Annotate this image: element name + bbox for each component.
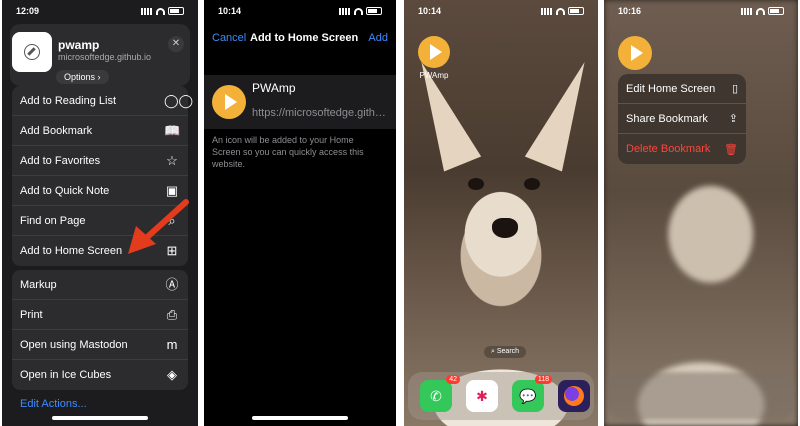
add-home-screen-panel: 10:14 Cancel Add to Home Screen Add PWAm…	[202, 0, 398, 426]
actions-group-2: Markup Ⓐ Print ⎙ Open using Mastodon m Open…	[12, 270, 188, 390]
battery-icon	[366, 7, 382, 15]
cellular-icon	[141, 7, 153, 15]
dock: ✆ 42 ✱ 💬 118	[408, 372, 594, 420]
pwamp-app-label: PWAmp	[419, 71, 449, 80]
action-add-to-favorites[interactable]: Add to Favorites ☆	[12, 146, 188, 176]
printer-icon: ⎙	[166, 306, 178, 322]
messages-badge: 118	[534, 375, 552, 384]
compass-icon	[12, 32, 52, 72]
slack-app-icon[interactable]: ✱	[466, 380, 498, 412]
status-bar: 10:14	[204, 0, 396, 22]
share-icon: ⇪	[728, 113, 738, 125]
action-markup[interactable]: Markup Ⓐ	[12, 270, 188, 300]
wifi-icon	[354, 7, 363, 15]
status-bar: 10:14	[404, 0, 598, 22]
dog-eye-left	[468, 178, 484, 190]
add-button[interactable]: Add	[368, 32, 388, 44]
wifi-icon	[156, 7, 165, 15]
status-time: 10:14	[218, 6, 242, 16]
star-icon: ☆	[166, 152, 178, 168]
firefox-app-icon[interactable]	[558, 380, 590, 412]
menu-delete-bookmark[interactable]: Delete Bookmark 🗑	[618, 134, 746, 164]
wifi-icon	[756, 7, 765, 15]
app-url: https://microsoftedge.github.io	[252, 107, 392, 119]
book-icon: 📖	[164, 122, 181, 138]
close-button[interactable]: ✕	[168, 36, 184, 52]
home-indicator	[52, 416, 148, 420]
pwamp-app-icon[interactable]	[618, 36, 652, 70]
app-name-field[interactable]: PWAmp	[252, 81, 296, 95]
nav-bar: Cancel Add to Home Screen Add	[204, 32, 396, 52]
status-time: 10:16	[618, 6, 642, 16]
cellular-icon	[741, 7, 753, 15]
wifi-icon	[556, 7, 565, 15]
phone-app-icon[interactable]: ✆ 42	[420, 375, 460, 412]
site-name: pwamp	[58, 38, 100, 52]
trash-icon: 🗑	[724, 143, 738, 156]
info-note: An icon will be added to your Home Scree…	[212, 135, 364, 169]
options-button[interactable]: Options ›	[56, 70, 109, 84]
messages-app-icon[interactable]: 💬 118	[512, 375, 552, 412]
red-arrow-icon	[128, 199, 189, 254]
menu-edit-home-screen[interactable]: Edit Home Screen ▯	[618, 74, 746, 104]
battery-icon	[168, 7, 184, 15]
home-screen-panel: 10:14 PWAmp ⌕ Search ✆ 42 ✱ 💬 118	[402, 0, 600, 426]
action-open-mastodon[interactable]: Open using Mastodon m	[12, 330, 188, 360]
share-sheet-panel: 12:09 pwamp microsoftedge.github.io Opti…	[0, 0, 200, 426]
battery-icon	[768, 7, 784, 15]
menu-share-bookmark[interactable]: Share Bookmark ⇪	[618, 104, 746, 134]
cellular-icon	[339, 7, 351, 15]
search-pill[interactable]: ⌕ Search	[484, 346, 527, 358]
markup-icon: Ⓐ	[165, 276, 179, 292]
glasses-icon: ◯◯	[164, 92, 194, 108]
app-preview-card: PWAmp https://microsoftedge.github.io	[204, 75, 396, 129]
phone-badge: 42	[446, 375, 460, 384]
dock-blurred	[608, 372, 794, 420]
cellular-icon	[541, 7, 553, 15]
status-time: 12:09	[16, 6, 40, 16]
cancel-button[interactable]: Cancel	[212, 32, 246, 44]
status-bar: 10:16	[604, 0, 798, 22]
action-add-to-reading-list[interactable]: Add to Reading List ◯◯	[12, 86, 194, 116]
battery-icon	[568, 7, 584, 15]
status-bar: 12:09	[2, 0, 198, 22]
ice-cubes-icon: ◈	[167, 367, 177, 382]
dialog-title: Add to Home Screen	[250, 32, 359, 44]
phone-icon: ▯	[731, 83, 738, 95]
pwamp-app-icon[interactable]	[418, 36, 450, 68]
edit-actions-link[interactable]: Edit Actions...	[20, 398, 87, 410]
dog-nose	[492, 218, 518, 238]
action-add-bookmark[interactable]: Add Bookmark 📖	[12, 116, 188, 146]
mastodon-icon: m	[166, 336, 178, 352]
status-time: 10:14	[418, 6, 442, 16]
share-sheet-header: pwamp microsoftedge.github.io Options › …	[10, 24, 190, 86]
home-indicator	[252, 416, 348, 420]
action-print[interactable]: Print ⎙	[12, 300, 188, 330]
site-url: microsoftedge.github.io	[58, 52, 152, 62]
context-menu-panel: 10:16 Edit Home Screen ▯ Share Bookmark ⇪ …	[602, 0, 800, 426]
dog-eye-right	[524, 178, 540, 190]
context-menu: Edit Home Screen ▯ Share Bookmark ⇪ Delete…	[618, 74, 746, 164]
play-icon	[212, 85, 246, 119]
action-open-ice-cubes[interactable]: Open in Ice Cubes ◈	[12, 360, 188, 390]
